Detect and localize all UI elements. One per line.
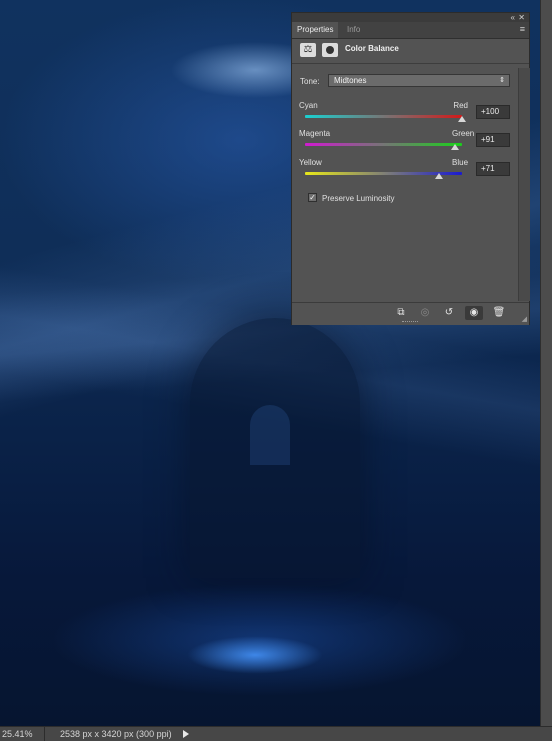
slider-value-field[interactable]: +71 bbox=[476, 162, 510, 176]
layer-mask-icon[interactable] bbox=[322, 43, 338, 57]
status-divider bbox=[44, 727, 45, 741]
tone-select[interactable]: Midtones ⇕ bbox=[328, 74, 510, 87]
close-icon[interactable]: ✕ bbox=[518, 13, 525, 22]
properties-panel: « ✕ Properties Info ≡ ⚖ Color Balance To… bbox=[291, 12, 530, 325]
arch-window bbox=[250, 405, 290, 465]
preserve-luminosity-checkbox[interactable]: ✓ bbox=[308, 193, 317, 202]
slider-track[interactable] bbox=[305, 115, 462, 118]
play-arrow-icon[interactable] bbox=[183, 730, 189, 738]
slider-label-left: Cyan bbox=[299, 101, 318, 110]
scale-balance-icon[interactable]: ⚖ bbox=[300, 43, 316, 57]
slider-value-field[interactable]: +100 bbox=[476, 105, 510, 119]
slider-label-right: Green bbox=[452, 129, 475, 138]
slider-label-right: Blue bbox=[452, 158, 469, 167]
slider-label-left: Yellow bbox=[299, 158, 322, 167]
canvas-scrollbar[interactable] bbox=[540, 0, 552, 726]
slider-thumb[interactable] bbox=[458, 116, 466, 122]
panel-tab-bar: Properties Info ≡ bbox=[292, 22, 529, 39]
status-bar: 25.41% 2538 px x 3420 px (300 ppi) bbox=[0, 726, 552, 741]
tone-label: Tone: bbox=[300, 77, 320, 86]
panel-title-bar[interactable]: « ✕ bbox=[292, 13, 529, 22]
view-previous-state-icon[interactable]: ◎ bbox=[416, 306, 434, 320]
document-info: 2538 px x 3420 px (300 ppi) bbox=[60, 729, 172, 739]
adjustment-header: ⚖ Color Balance bbox=[292, 39, 529, 64]
slider-value-field[interactable]: +91 bbox=[476, 133, 510, 147]
reset-icon[interactable]: ↺ bbox=[440, 306, 458, 320]
corner-resize-icon[interactable]: ◢ bbox=[522, 315, 527, 323]
panel-footer: ⧉ ◎ ↺ ◉ 🗑 ◢ bbox=[292, 302, 529, 325]
slider-label-right: Red bbox=[453, 101, 468, 110]
double-chevron-left-icon[interactable]: « bbox=[511, 13, 515, 22]
tab-info[interactable]: Info bbox=[342, 22, 365, 38]
slider-thumb[interactable] bbox=[450, 144, 459, 150]
trash-icon[interactable]: 🗑 bbox=[490, 306, 508, 320]
visibility-eye-icon[interactable]: ◉ bbox=[465, 306, 483, 320]
panel-resize-grip[interactable] bbox=[402, 321, 418, 324]
slider-label-left: Magenta bbox=[299, 129, 331, 138]
adjustment-title: Color Balance bbox=[345, 44, 399, 53]
tab-properties[interactable]: Properties bbox=[292, 22, 339, 38]
panel-menu-icon[interactable]: ≡ bbox=[520, 24, 525, 34]
slider-thumb[interactable] bbox=[435, 173, 444, 179]
panel-scrollbar[interactable] bbox=[518, 68, 530, 301]
zoom-level[interactable]: 25.41% bbox=[2, 727, 40, 741]
tone-select-value: Midtones bbox=[334, 76, 367, 85]
clip-to-layer-icon[interactable]: ⧉ bbox=[392, 306, 410, 320]
slider-track[interactable] bbox=[305, 143, 462, 146]
chevron-updown-icon: ⇕ bbox=[499, 77, 505, 84]
preserve-luminosity-label: Preserve Luminosity bbox=[322, 194, 395, 203]
